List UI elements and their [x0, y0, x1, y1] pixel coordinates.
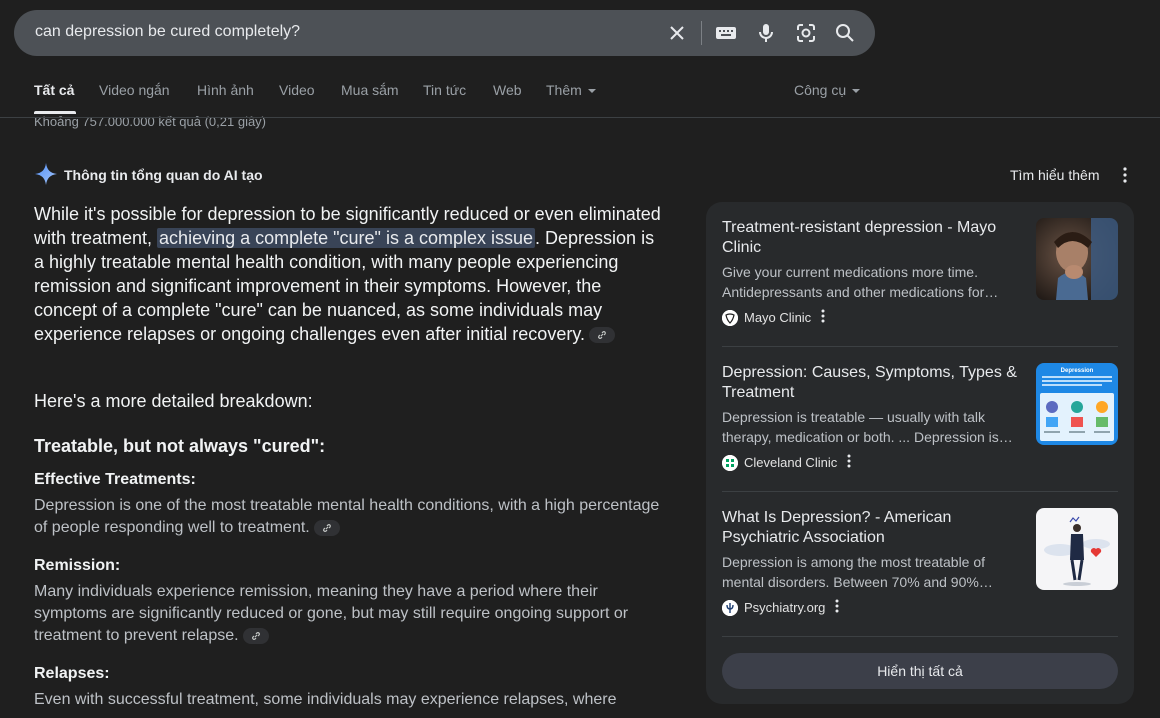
tab-images[interactable]: Hình ảnh	[197, 82, 254, 98]
source-title[interactable]: What Is Depression? - American Psychiatr…	[722, 508, 1022, 548]
section-body: Many individuals experience remission, m…	[34, 581, 674, 647]
sources-panel: Treatment-resistant depression - Mayo Cl…	[706, 202, 1134, 704]
sparkle-icon	[34, 162, 58, 191]
search-icon[interactable]	[834, 22, 856, 44]
tools-button[interactable]: Công cụ	[794, 82, 861, 98]
search-input[interactable]	[35, 23, 635, 41]
source-card[interactable]: What Is Depression? - American Psychiatr…	[722, 508, 1118, 620]
tab-news[interactable]: Tin tức	[423, 82, 466, 98]
section-body: Depression is one of the most treatable …	[34, 495, 674, 539]
source-name: Mayo Clinic	[744, 310, 812, 326]
kebab-icon[interactable]	[847, 454, 851, 471]
source-name: Cleveland Clinic	[744, 455, 838, 471]
source-thumbnail[interactable]	[1036, 508, 1118, 590]
link-icon[interactable]	[242, 627, 269, 644]
section-body: Even with successful treatment, some ind…	[34, 691, 617, 708]
tab-web[interactable]: Web	[493, 82, 522, 98]
source-site: Cleveland Clinic	[722, 454, 851, 472]
card-divider	[722, 636, 1118, 637]
show-all-button[interactable]: Hiển thị tất cả	[722, 653, 1118, 689]
source-card[interactable]: Treatment-resistant depression - Mayo Cl…	[722, 218, 1118, 330]
link-icon[interactable]	[589, 327, 615, 344]
source-site: Mayo Clinic	[722, 309, 825, 327]
mayo-favicon	[722, 309, 738, 326]
section-body-text: Many individuals experience remission, m…	[34, 583, 629, 644]
cleveland-clinic-favicon	[722, 454, 738, 471]
chevron-down-icon	[587, 89, 596, 94]
lens-icon[interactable]	[795, 22, 817, 44]
kebab-icon[interactable]	[1118, 166, 1132, 184]
ai-overview-lead: While it's possible for depression to be…	[34, 202, 664, 346]
tab-videos[interactable]: Video	[279, 82, 315, 98]
tab-more-label: Thêm	[546, 82, 582, 98]
source-card[interactable]: Depression: Causes, Symptoms, Types & Tr…	[722, 363, 1118, 475]
kebab-icon[interactable]	[835, 599, 839, 616]
link-icon[interactable]	[313, 519, 340, 536]
kebab-icon[interactable]	[821, 309, 825, 326]
section-title: Relapses:	[34, 665, 110, 682]
tab-shopping[interactable]: Mua sắm	[341, 82, 399, 98]
source-snippet: Depression is treatable — usually with t…	[722, 409, 1013, 445]
treatable-heading: Treatable, but not always "cured":	[34, 436, 326, 456]
breakdown-text: Here's a more detailed breakdown:	[34, 391, 313, 411]
ai-overview-body: While it's possible for depression to be…	[34, 202, 664, 346]
source-title[interactable]: Depression: Causes, Symptoms, Types & Tr…	[722, 363, 1022, 403]
card-divider	[722, 346, 1118, 347]
learn-more-link[interactable]: Tìm hiểu thêm	[1010, 167, 1099, 183]
card-divider	[722, 491, 1118, 492]
section-title: Remission:	[34, 557, 121, 574]
close-icon[interactable]	[666, 22, 688, 44]
tab-short-videos[interactable]: Video ngắn	[99, 82, 170, 98]
section-title: Effective Treatments:	[34, 471, 196, 488]
tab-all[interactable]: Tất cả	[34, 82, 74, 98]
source-snippet: Depression is among the most treatable o…	[722, 554, 993, 590]
source-thumbnail[interactable]	[1036, 218, 1118, 300]
source-snippet: Give your current medications more time.…	[722, 264, 999, 300]
ai-overview-title: Thông tin tổng quan do AI tạo	[64, 167, 263, 183]
tools-label: Công cụ	[794, 82, 847, 98]
search-divider	[701, 21, 702, 45]
source-thumbnail[interactable]: Depression	[1036, 363, 1118, 445]
search-bar[interactable]	[14, 10, 875, 56]
section-body-text: Depression is one of the most treatable …	[34, 497, 660, 536]
lead-highlight[interactable]: achieving a complete "cure" is a complex…	[157, 228, 536, 248]
thumbnail-title: Depression	[1061, 368, 1094, 374]
keyboard-icon[interactable]	[715, 22, 737, 44]
tabs-divider	[0, 117, 1160, 118]
tab-more[interactable]: Thêm	[546, 82, 596, 98]
source-name: Psychiatry.org	[744, 600, 826, 616]
psychiatry-favicon	[722, 599, 738, 616]
chevron-down-icon	[852, 89, 861, 94]
source-title[interactable]: Treatment-resistant depression - Mayo Cl…	[722, 218, 1022, 258]
mic-icon[interactable]	[755, 22, 777, 44]
source-site: Psychiatry.org	[722, 599, 839, 617]
